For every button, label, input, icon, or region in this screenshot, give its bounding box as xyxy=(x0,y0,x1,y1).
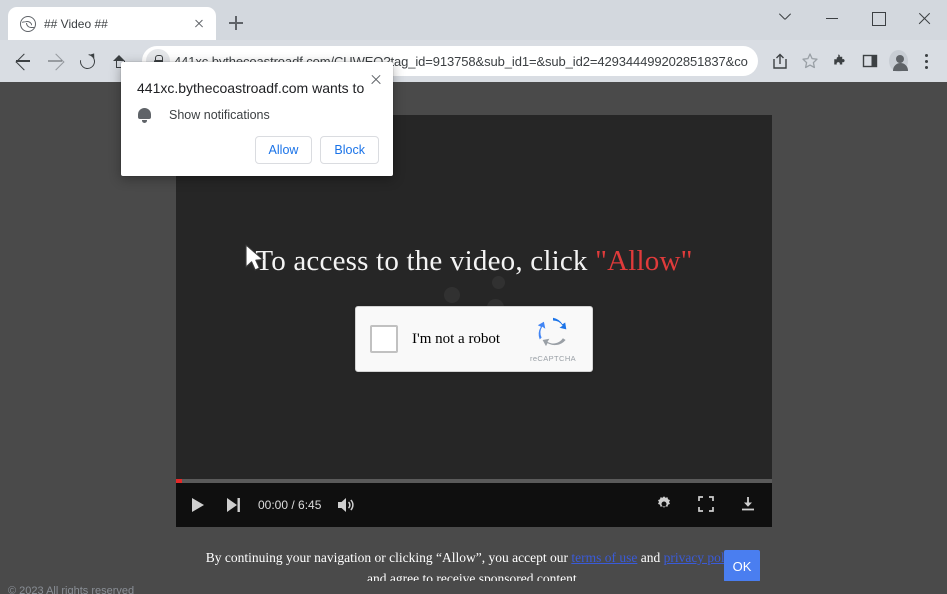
footer-strip: © 2023 All rights reserved xyxy=(0,581,947,594)
captcha-checkbox[interactable] xyxy=(370,325,398,353)
play-icon[interactable] xyxy=(186,494,208,516)
avatar-icon[interactable] xyxy=(889,50,908,72)
reload-icon[interactable] xyxy=(72,46,102,76)
permission-actions: Allow Block xyxy=(255,136,379,164)
minimize-icon[interactable] xyxy=(809,0,855,36)
share-icon[interactable] xyxy=(766,47,794,75)
video-controls-bar: 00:00 / 6:45 xyxy=(176,483,772,527)
maximize-icon[interactable] xyxy=(855,0,901,36)
permission-title: 441xc.bythecoastroadf.com wants to xyxy=(137,80,364,96)
block-button[interactable]: Block xyxy=(320,136,379,164)
side-panel-icon[interactable] xyxy=(856,47,884,75)
browser-tab[interactable]: ## Video ## xyxy=(8,7,216,40)
globe-icon xyxy=(20,16,36,32)
close-tab-icon[interactable] xyxy=(190,15,208,33)
recaptcha-brand-label: reCAPTCHA xyxy=(518,354,588,363)
gear-icon[interactable] xyxy=(654,494,676,516)
puzzle-icon[interactable] xyxy=(826,47,854,75)
controls-right xyxy=(654,483,760,527)
download-icon[interactable] xyxy=(738,494,760,516)
star-icon[interactable] xyxy=(796,47,824,75)
ok-button[interactable]: OK xyxy=(724,550,760,582)
recaptcha-brand: reCAPTCHA xyxy=(518,316,592,363)
volume-icon[interactable] xyxy=(335,494,357,516)
recaptcha-logo-icon xyxy=(537,316,569,348)
time-display: 00:00 / 6:45 xyxy=(258,498,321,512)
forward-arrow-icon xyxy=(40,46,70,76)
controls-left: 00:00 / 6:45 xyxy=(186,483,357,527)
new-tab-button[interactable] xyxy=(222,9,250,37)
tab-strip: ## Video ## xyxy=(0,0,947,40)
headline-prefix: To access to the video, click xyxy=(255,245,595,277)
captcha-label: I'm not a robot xyxy=(412,331,518,348)
fullscreen-icon[interactable] xyxy=(696,494,718,516)
permission-request-label: Show notifications xyxy=(169,108,270,122)
recaptcha-widget[interactable]: I'm not a robot reCAPTCHA xyxy=(355,306,593,372)
notification-permission-dialog[interactable]: 441xc.bythecoastroadf.com wants to Show … xyxy=(121,62,393,176)
footer-note: © 2023 All rights reserved xyxy=(8,585,134,594)
consent-text-before: By continuing your navigation or clickin… xyxy=(206,550,572,565)
browser-window: ## Video ## 441xc.bythecoastroadf.com/CU… xyxy=(0,0,947,594)
consent-text-middle: and xyxy=(637,550,663,565)
chevron-down-icon[interactable] xyxy=(763,0,809,36)
terms-of-use-link[interactable]: terms of use xyxy=(571,550,637,565)
window-controls xyxy=(763,0,947,36)
next-track-icon[interactable] xyxy=(222,494,244,516)
three-dot-menu-icon[interactable] xyxy=(913,47,939,75)
close-icon[interactable] xyxy=(367,70,385,88)
progress-played xyxy=(176,479,182,483)
permission-request-row: Show notifications xyxy=(137,107,270,123)
tab-title: ## Video ## xyxy=(44,17,182,31)
close-window-icon[interactable] xyxy=(901,0,947,36)
headline-highlight: "Allow" xyxy=(595,245,693,277)
video-player[interactable]: To access to the video, click "Allow" I'… xyxy=(176,115,772,527)
back-arrow-icon[interactable] xyxy=(8,46,38,76)
bell-icon xyxy=(137,107,152,123)
decorative-blob xyxy=(444,287,460,303)
allow-button[interactable]: Allow xyxy=(255,136,313,164)
